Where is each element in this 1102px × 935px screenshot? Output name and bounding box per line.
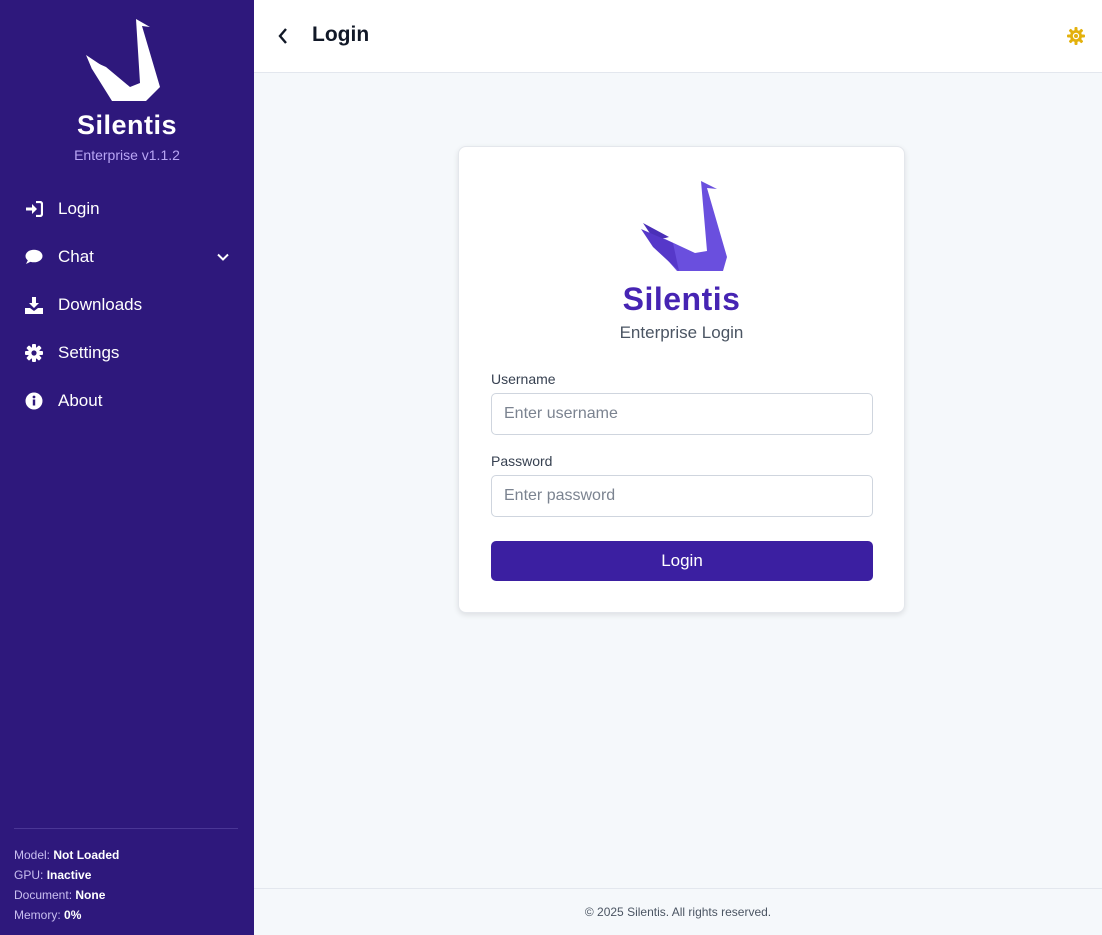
sidebar-item-chat[interactable]: Chat xyxy=(0,233,254,281)
sidebar-divider xyxy=(14,828,238,829)
download-icon xyxy=(24,295,44,315)
login-brand: Silentis xyxy=(622,281,741,317)
gear-icon xyxy=(24,343,44,363)
sidebar-item-label: Downloads xyxy=(58,295,143,314)
chevron-down-icon[interactable] xyxy=(216,250,230,264)
status-memory: Memory: 0% xyxy=(14,908,82,922)
sidebar-item-downloads[interactable]: Downloads xyxy=(0,281,254,329)
system-status: Model: Not Loaded GPU: Inactive Document… xyxy=(14,845,119,925)
password-label: Password xyxy=(491,453,553,469)
sidebar: Silentis Enterprise v1.1.2 Login Chat Do… xyxy=(0,0,254,935)
brand-name: Silentis xyxy=(76,110,178,140)
sidebar-item-about[interactable]: About xyxy=(0,377,254,425)
chat-bubble-icon xyxy=(24,247,44,267)
sidebar-item-label: Login xyxy=(58,199,100,218)
sun-icon xyxy=(1067,27,1085,45)
sidebar-item-label: Chat xyxy=(58,247,94,266)
top-header: Login xyxy=(254,0,1102,73)
chevron-left-icon xyxy=(278,28,287,44)
username-label: Username xyxy=(491,371,556,387)
brand-version: Enterprise v1.1.2 xyxy=(74,147,180,163)
footer-copyright: © 2025 Silentis. All rights reserved. xyxy=(584,905,772,919)
status-document: Document: None xyxy=(14,888,106,902)
status-model: Model: Not Loaded xyxy=(14,848,120,862)
theme-toggle-button[interactable] xyxy=(1066,26,1086,46)
username-field[interactable] xyxy=(491,393,873,435)
login-card: Silentis Enterprise Login Username Passw… xyxy=(458,146,905,613)
sidebar-item-settings[interactable]: Settings xyxy=(0,329,254,377)
sign-in-icon xyxy=(24,199,44,219)
swan-logo-icon xyxy=(86,19,160,101)
sidebar-item-login[interactable]: Login xyxy=(0,185,254,233)
info-icon xyxy=(24,391,44,411)
password-field[interactable] xyxy=(491,475,873,517)
page-title: Login xyxy=(312,23,370,46)
login-button[interactable]: Login xyxy=(491,541,873,581)
footer: © 2025 Silentis. All rights reserved. xyxy=(254,888,1102,935)
back-button[interactable] xyxy=(272,24,294,48)
sidebar-nav: Login Chat Downloads Settings About xyxy=(0,185,254,425)
swan-logo-icon xyxy=(641,181,727,271)
status-gpu: GPU: Inactive xyxy=(14,868,92,882)
sidebar-item-label: About xyxy=(58,391,103,410)
login-subtitle: Enterprise Login xyxy=(619,323,744,342)
sidebar-item-label: Settings xyxy=(58,343,120,362)
